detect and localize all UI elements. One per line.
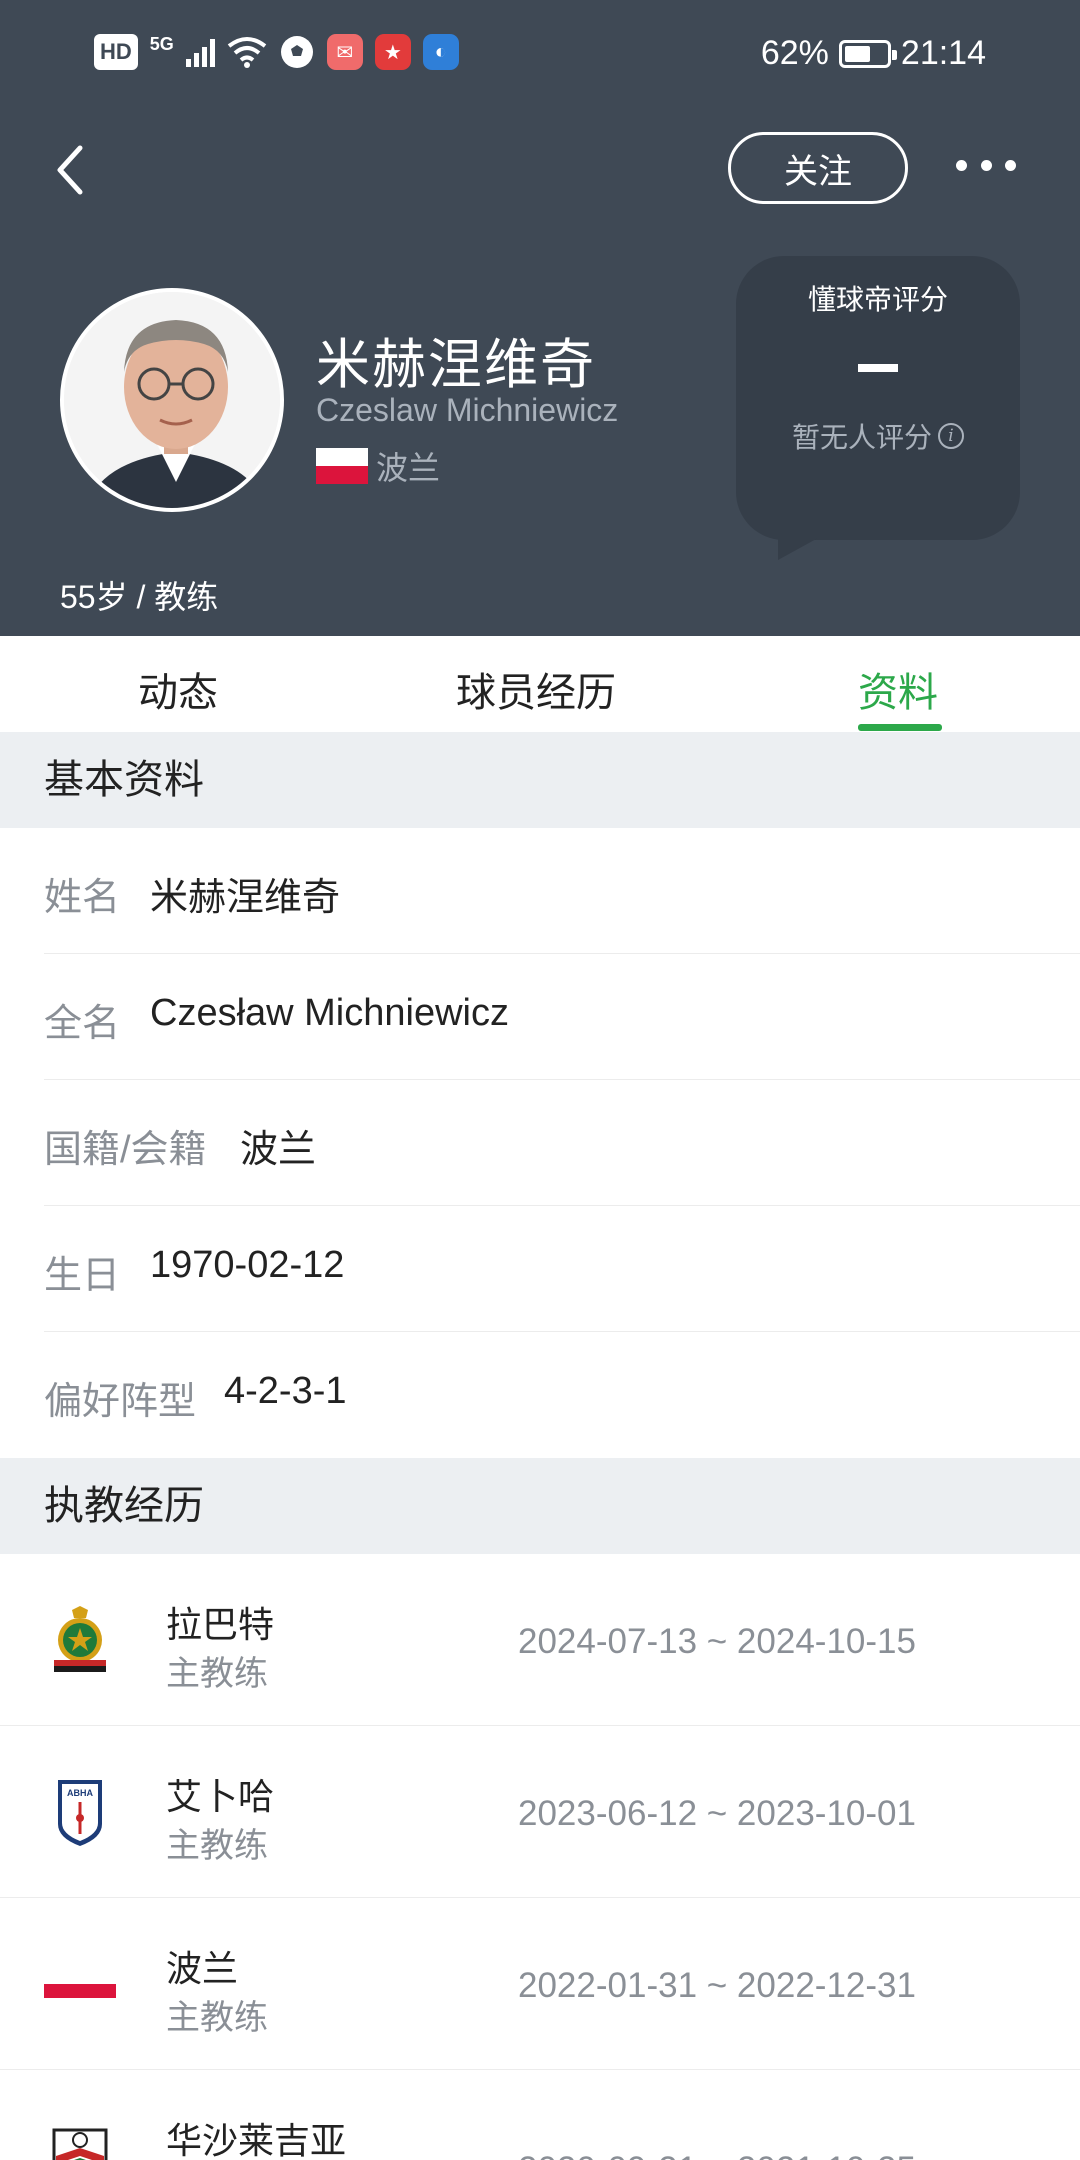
- nationality-row: 波兰: [316, 443, 440, 489]
- profile-header: HD 5G ✉ ★ ◐ 62% 21:14 关注 米赫涅维奇 Czeslaw M…: [0, 0, 1080, 636]
- clock: 21:14: [900, 34, 986, 72]
- career-row[interactable]: 拉巴特 主教练 2024-07-13 ~ 2024-10-15: [0, 1554, 1080, 1726]
- status-icons-right: 62% 21:14: [761, 34, 986, 73]
- legia-warsaw-crest-icon: [52, 2128, 108, 2160]
- info-row-name: 姓名 米赫涅维奇: [44, 828, 1080, 954]
- coaching-history-header: 执教经历: [0, 1458, 1080, 1554]
- network-type: 5G: [149, 33, 174, 54]
- poland-flag-icon: [316, 448, 368, 484]
- club-dates: 2024-07-13 ~ 2024-10-15: [518, 1622, 916, 1661]
- club-name: 艾卜哈: [166, 1776, 275, 1817]
- career-row[interactable]: ABHA 艾卜哈 主教练 2023-06-12 ~ 2023-10-01: [0, 1726, 1080, 1898]
- more-options-icon[interactable]: [956, 150, 1016, 180]
- tab-profile[interactable]: 资料: [858, 660, 938, 718]
- info-label: 国籍/会籍: [44, 1129, 207, 1171]
- tab-bar: 动态 球员经历 资料: [0, 636, 1080, 732]
- club-role: 主教练: [166, 1999, 268, 2037]
- club-role: 主教练: [166, 1655, 268, 1693]
- info-value: Czesław Michniewicz: [150, 992, 509, 1034]
- rating-card[interactable]: 懂球帝评分 暂无人评分 i: [736, 256, 1020, 560]
- club-dates: 2020-09-21 ~ 2021-10-25: [518, 2150, 916, 2160]
- svg-text:ABHA: ABHA: [67, 1788, 93, 1798]
- rating-title: 懂球帝评分: [807, 284, 948, 315]
- info-label: 偏好阵型: [44, 1381, 197, 1423]
- info-value: 4-2-3-1: [224, 1370, 347, 1412]
- nationality-text: 波兰: [376, 450, 441, 486]
- tab-feed[interactable]: 动态: [138, 660, 218, 718]
- player-name-cn: 米赫涅维奇: [316, 335, 596, 395]
- info-label: 全名: [44, 1003, 121, 1045]
- info-row-nationality: 国籍/会籍 波兰: [44, 1080, 1080, 1206]
- rating-note: 暂无人评分 i: [736, 416, 1020, 456]
- status-icons-left: HD 5G ✉ ★ ◐: [94, 34, 459, 70]
- info-row-birthday: 生日 1970-02-12: [44, 1206, 1080, 1332]
- back-arrow-icon[interactable]: [48, 140, 98, 200]
- rating-note-text: 暂无人评分: [791, 422, 932, 453]
- club-dates: 2022-01-31 ~ 2022-12-31: [518, 1966, 916, 2005]
- info-value: 米赫涅维奇: [150, 877, 341, 919]
- avatar: [60, 288, 284, 512]
- signal-icon: [185, 37, 215, 67]
- follow-button[interactable]: 关注: [728, 132, 908, 204]
- info-label: 姓名: [44, 877, 121, 919]
- career-row[interactable]: 华沙莱吉亚 2020-09-21 ~ 2021-10-25: [0, 2070, 1080, 2160]
- rating-dash: [858, 364, 898, 372]
- battery-icon: [838, 39, 897, 68]
- info-value: 波兰: [240, 1129, 317, 1171]
- status-bar: HD 5G ✉ ★ ◐ 62% 21:14: [0, 0, 1080, 110]
- shopping-app-icon: ★: [374, 34, 411, 70]
- browser-app-icon: ◐: [422, 34, 459, 70]
- info-value: 1970-02-12: [150, 1244, 345, 1286]
- career-row[interactable]: 波兰 主教练 2022-01-31 ~ 2022-12-31: [0, 1898, 1080, 2070]
- battery-percent: 62%: [760, 34, 829, 72]
- mail-app-icon: ✉: [326, 34, 363, 70]
- club-name: 波兰: [166, 1948, 239, 1989]
- active-tab-indicator: [858, 724, 942, 731]
- hd-indicator: HD: [94, 34, 138, 70]
- club-dates: 2023-06-12 ~ 2023-10-01: [518, 1794, 916, 1833]
- abha-club-crest-icon: ABHA: [58, 1780, 102, 1846]
- age-role: 55岁 / 教练: [60, 579, 219, 615]
- far-rabat-crest-icon: [54, 1606, 106, 1672]
- poland-flag-icon: [44, 1970, 116, 1998]
- football-app-icon: [280, 36, 313, 68]
- info-icon[interactable]: i: [938, 423, 964, 449]
- club-name: 拉巴特: [166, 1604, 275, 1645]
- rating-value: [736, 338, 1020, 398]
- basic-info-header: 基本资料: [0, 732, 1080, 828]
- player-name-en: Czeslaw Michniewicz: [316, 392, 619, 428]
- info-label: 生日: [44, 1255, 121, 1297]
- info-row-fullname: 全名 Czesław Michniewicz: [44, 954, 1080, 1080]
- info-row-formation: 偏好阵型 4-2-3-1: [44, 1332, 1080, 1458]
- club-role: 主教练: [166, 1827, 268, 1865]
- club-name: 华沙莱吉亚: [166, 2120, 347, 2160]
- tab-player-career[interactable]: 球员经历: [456, 660, 616, 718]
- wifi-icon: [227, 37, 267, 68]
